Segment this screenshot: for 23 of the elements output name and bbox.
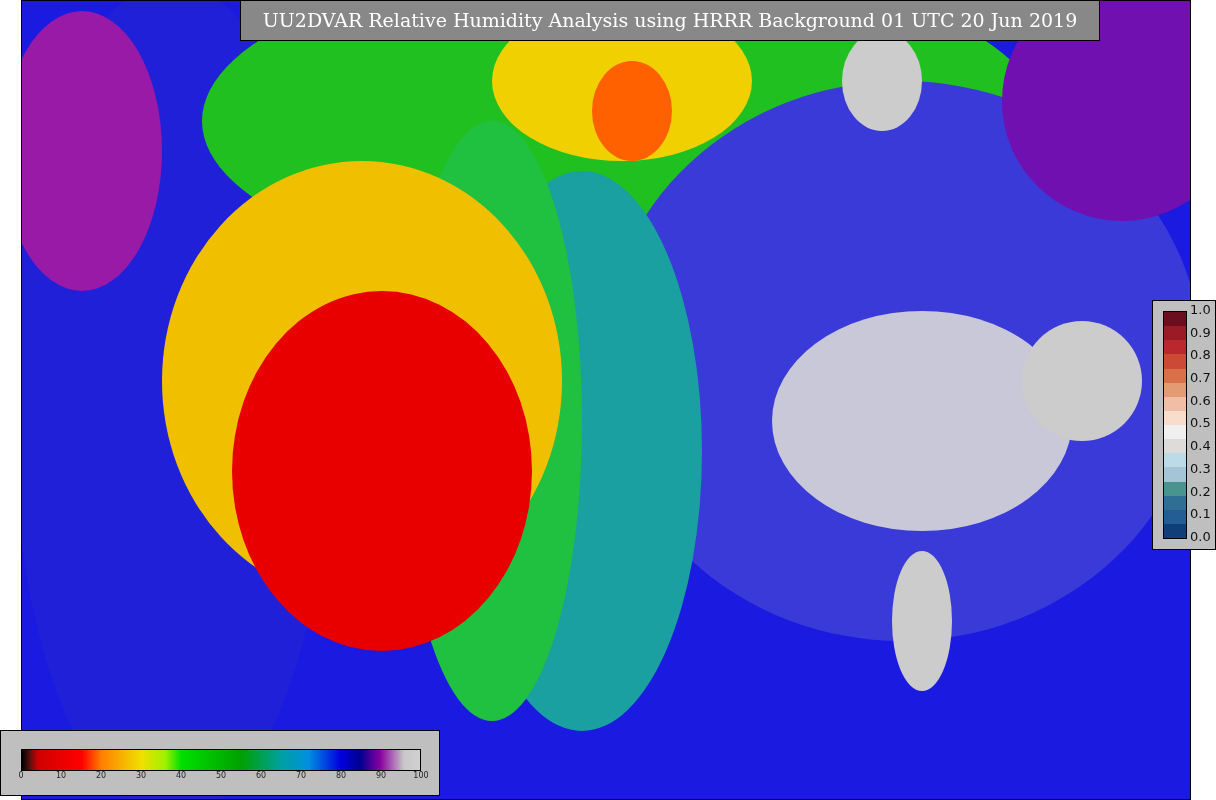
colorbar-tick-label: 20 — [95, 772, 107, 780]
colorbar-tick-label: 10 — [55, 772, 67, 780]
colorbar-tick-label: 0.9 — [1190, 325, 1211, 339]
colorbar-tick-label: 1.0 — [1190, 303, 1211, 316]
colorbar-tick-label: 0.0 — [1190, 529, 1211, 543]
colorbar-tick-label: 90 — [375, 772, 387, 780]
colorbar-tick-label: 0.5 — [1190, 416, 1211, 430]
map-title: UU2DVAR Relative Humidity Analysis using HRRR Background 01 UTC 20 Jun 2019 — [240, 0, 1100, 41]
colorbar-tick-label: 70 — [295, 772, 307, 780]
colorbar-tick-label: 0.8 — [1190, 348, 1211, 362]
colorbar-tick-label: 60 — [255, 772, 267, 780]
colorbar-tick-label: 0.4 — [1190, 439, 1211, 453]
colorbar-tick-label: 40 — [175, 772, 187, 780]
colorbar-tick-label: 50 — [215, 772, 227, 780]
colorbar-tick-label: 0.3 — [1190, 461, 1211, 475]
colorbar-tick-label: 80 — [335, 772, 347, 780]
colorbar-tick-label: 0.1 — [1190, 507, 1211, 521]
colorbar-tick-label: 0.7 — [1190, 371, 1211, 385]
colorbar-tick-label: 30 — [135, 772, 147, 780]
colorbar-tick-label: 0.6 — [1190, 393, 1211, 407]
colorbar-tick-label: 0 — [18, 772, 24, 780]
colorbar-tick-label: 100 — [413, 772, 429, 780]
colorbar-tick-label: 0.2 — [1190, 484, 1211, 498]
